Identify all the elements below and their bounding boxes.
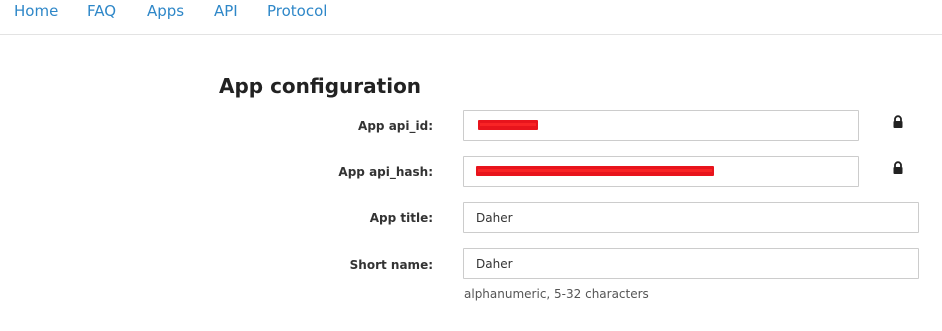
- short-name-label: Short name:: [349, 258, 433, 272]
- short-name-input[interactable]: [463, 248, 919, 279]
- redaction-mark: [478, 120, 538, 130]
- nav-home-link[interactable]: Home: [14, 1, 58, 21]
- redaction-mark: [476, 166, 714, 176]
- nav-faq-link[interactable]: FAQ: [87, 1, 116, 21]
- page-title: App configuration: [219, 74, 422, 98]
- nav-api-link[interactable]: API: [214, 1, 238, 21]
- short-name-hint: alphanumeric, 5-32 characters: [464, 287, 649, 301]
- lock-icon: [891, 114, 905, 128]
- api-hash-label: App api_hash:: [338, 165, 433, 179]
- lock-icon: [891, 160, 905, 174]
- top-nav: Home FAQ Apps API Protocol: [0, 0, 942, 35]
- nav-apps-link[interactable]: Apps: [147, 1, 184, 21]
- app-title-input[interactable]: [463, 202, 919, 233]
- nav-protocol-link[interactable]: Protocol: [267, 1, 327, 21]
- app-title-label: App title:: [369, 211, 433, 225]
- api-id-label: App api_id:: [358, 119, 433, 133]
